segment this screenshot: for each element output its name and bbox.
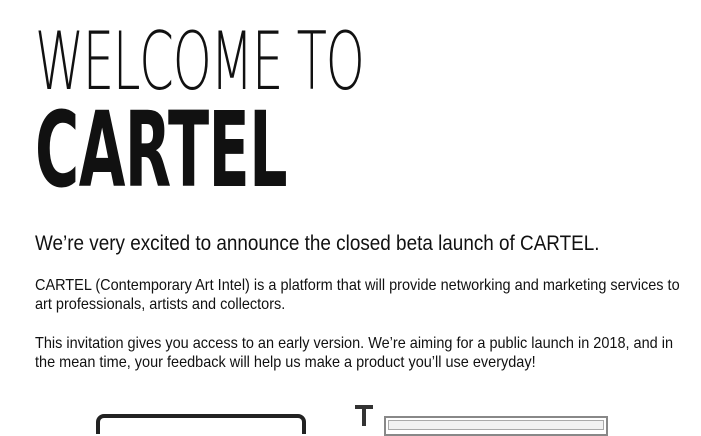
stand-stem xyxy=(362,405,366,426)
brand-title: CARTEL xyxy=(35,89,288,211)
laptop-illustration xyxy=(96,414,306,434)
beta-invitation-text: This invitation gives you access to an e… xyxy=(35,335,673,371)
platform-description: CARTEL (Contemporary Art Intel) is a pla… xyxy=(35,277,680,313)
announcement-headline: We’re very excited to announce the close… xyxy=(35,232,600,255)
screen-inner xyxy=(388,420,604,430)
